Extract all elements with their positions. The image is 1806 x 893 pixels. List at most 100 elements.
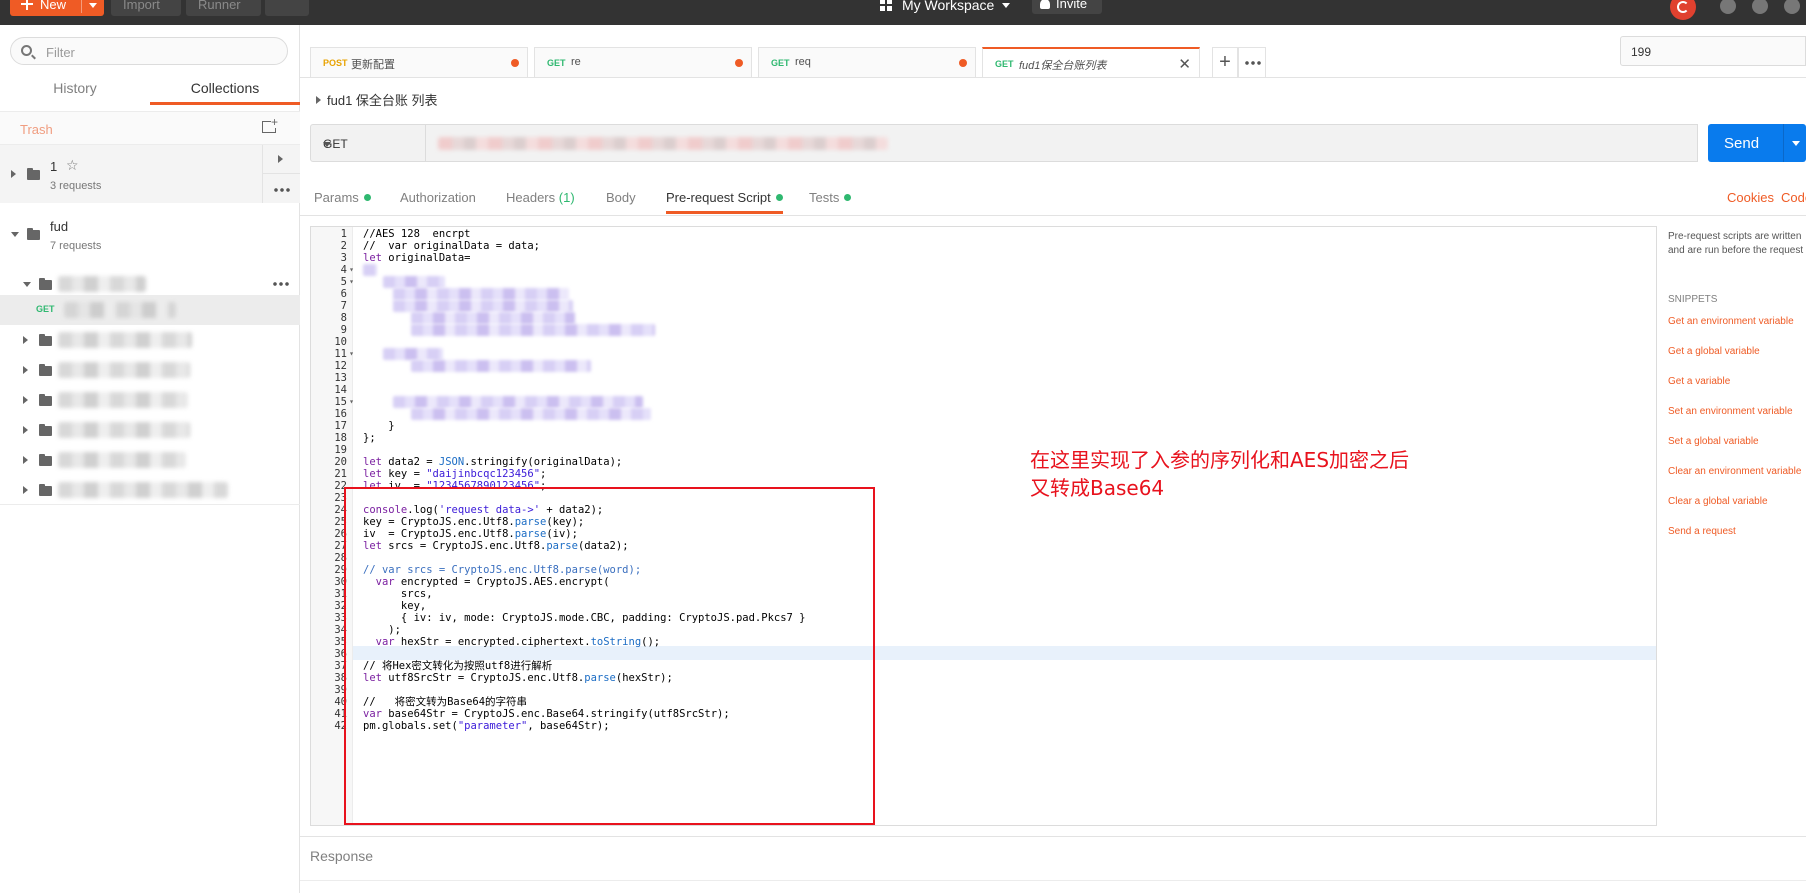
folder-item[interactable] bbox=[0, 355, 300, 385]
snippet-link[interactable]: Get an environment variable bbox=[1668, 316, 1794, 327]
request-tab-active[interactable]: GET fud1保全台账列表 ✕ bbox=[982, 47, 1200, 77]
folder-item[interactable] bbox=[0, 475, 300, 505]
person-icon bbox=[1040, 0, 1050, 9]
params-label: Params bbox=[314, 190, 359, 205]
notifications-icon[interactable] bbox=[1784, 0, 1800, 14]
chevron-down-icon[interactable] bbox=[23, 282, 31, 287]
chevron-down-icon[interactable] bbox=[1792, 141, 1800, 146]
chevron-down-icon[interactable] bbox=[11, 232, 19, 237]
headers-label: Headers bbox=[506, 190, 556, 205]
headers-count: (1) bbox=[558, 190, 575, 205]
chevron-right-icon[interactable] bbox=[23, 456, 28, 464]
collection-menu-button[interactable] bbox=[262, 174, 300, 203]
method-select[interactable]: GET bbox=[310, 124, 426, 162]
redacted-code bbox=[363, 264, 377, 276]
response-label[interactable]: Response bbox=[310, 848, 373, 864]
import-button[interactable]: Import bbox=[111, 0, 181, 16]
snippet-link[interactable]: Get a global variable bbox=[1668, 346, 1760, 357]
line-number: 42 bbox=[334, 720, 347, 732]
collection-item[interactable]: fud 7 requests bbox=[0, 205, 300, 263]
tab-options-button[interactable] bbox=[1238, 47, 1266, 77]
tab-pre-request-script[interactable]: Pre-request Script bbox=[666, 190, 783, 214]
send-label: Send bbox=[1724, 135, 1760, 152]
workspace-switcher[interactable]: My Workspace bbox=[880, 0, 1011, 16]
snippet-link[interactable]: Clear a global variable bbox=[1668, 496, 1768, 507]
runner-button[interactable]: Runner bbox=[186, 0, 261, 16]
method-badge: GET bbox=[547, 58, 566, 68]
interceptor-icon[interactable] bbox=[1720, 0, 1736, 14]
request-tab[interactable]: GET req bbox=[758, 47, 976, 77]
request-title: fud1 保全台账 列表 bbox=[327, 93, 438, 108]
new-collection-icon[interactable] bbox=[262, 116, 279, 133]
description-line: and are run before the request bbox=[1668, 245, 1804, 256]
cookies-link[interactable]: Cookies bbox=[1727, 190, 1774, 205]
new-button-label: New bbox=[40, 0, 67, 12]
send-button[interactable]: Send bbox=[1708, 124, 1806, 162]
folder-icon bbox=[39, 334, 52, 346]
tab-body[interactable]: Body bbox=[606, 190, 636, 214]
snippet-link[interactable]: Get a variable bbox=[1668, 376, 1730, 387]
request-item[interactable]: GET bbox=[0, 295, 300, 325]
environment-selector[interactable]: 199 bbox=[1620, 36, 1806, 66]
trash-link[interactable]: Trash bbox=[20, 122, 53, 137]
send-divider bbox=[1783, 124, 1784, 162]
chevron-right-icon[interactable] bbox=[23, 486, 28, 494]
snippet-link[interactable]: Send a request bbox=[1668, 526, 1736, 537]
chevron-right-icon[interactable] bbox=[23, 366, 28, 374]
expand-collection-button[interactable] bbox=[262, 145, 300, 174]
workspace-grid-icon bbox=[880, 0, 892, 11]
chevron-right-icon[interactable] bbox=[23, 426, 28, 434]
tab-collections[interactable]: Collections bbox=[150, 75, 300, 105]
divider bbox=[300, 880, 1806, 881]
request-name[interactable]: fud1 保全台账 列表 bbox=[316, 90, 438, 109]
redacted-folder-name bbox=[58, 482, 228, 498]
chevron-down-icon[interactable] bbox=[89, 3, 97, 8]
unsaved-indicator bbox=[735, 59, 743, 67]
folder-item[interactable] bbox=[0, 385, 300, 415]
collection-item[interactable]: 1 ☆ 3 requests bbox=[0, 145, 300, 203]
code-link[interactable]: Code bbox=[1781, 190, 1806, 205]
code-line: let originalData= bbox=[363, 252, 471, 264]
environment-value: 199 bbox=[1631, 45, 1652, 59]
new-tab-button[interactable]: + bbox=[1212, 47, 1238, 77]
settings-icon[interactable] bbox=[1752, 0, 1768, 14]
folder-item[interactable] bbox=[0, 415, 300, 445]
filter-input[interactable]: Filter bbox=[10, 37, 288, 65]
snippet-link[interactable]: Set a global variable bbox=[1668, 436, 1759, 447]
chevron-right-icon bbox=[316, 96, 321, 104]
chevron-right-icon[interactable] bbox=[23, 396, 28, 404]
tab-params[interactable]: Params bbox=[314, 190, 371, 214]
url-input[interactable] bbox=[426, 124, 1698, 162]
redacted-code bbox=[411, 312, 575, 324]
request-tab-title: fud1保全台账列表 bbox=[1019, 60, 1107, 72]
redacted-code bbox=[383, 276, 445, 288]
tab-headers[interactable]: Headers (1) bbox=[506, 190, 575, 214]
annotation-highlight-box bbox=[344, 487, 875, 825]
snippets-heading: SNIPPETS bbox=[1668, 294, 1718, 305]
request-tab[interactable]: POST 更新配置 bbox=[310, 47, 528, 77]
chevron-right-icon[interactable] bbox=[11, 170, 16, 178]
tab-history[interactable]: History bbox=[0, 75, 150, 105]
folder-icon bbox=[39, 278, 52, 290]
prerequest-label: Pre-request Script bbox=[666, 190, 771, 205]
status-dot bbox=[844, 194, 852, 201]
tab-authorization[interactable]: Authorization bbox=[400, 190, 476, 214]
folder-icon bbox=[39, 394, 52, 406]
method-badge: GET bbox=[36, 304, 55, 314]
more-icon[interactable] bbox=[272, 282, 290, 286]
new-button[interactable]: New bbox=[10, 0, 104, 16]
chevron-down-icon bbox=[323, 142, 331, 147]
folder-item[interactable] bbox=[0, 445, 300, 475]
folder-item[interactable] bbox=[0, 325, 300, 355]
close-icon[interactable]: ✕ bbox=[1178, 55, 1191, 73]
status-dot bbox=[775, 194, 783, 201]
sync-icon[interactable] bbox=[1670, 0, 1696, 20]
request-tab[interactable]: GET re bbox=[534, 47, 752, 77]
snippet-link[interactable]: Clear an environment variable bbox=[1668, 466, 1801, 477]
tab-tests[interactable]: Tests bbox=[809, 190, 852, 214]
more-actions-button[interactable] bbox=[265, 0, 309, 16]
snippet-link[interactable]: Set an environment variable bbox=[1668, 406, 1793, 417]
star-icon[interactable]: ☆ bbox=[66, 157, 79, 174]
invite-button[interactable]: Invite bbox=[1032, 0, 1102, 14]
chevron-right-icon[interactable] bbox=[23, 336, 28, 344]
